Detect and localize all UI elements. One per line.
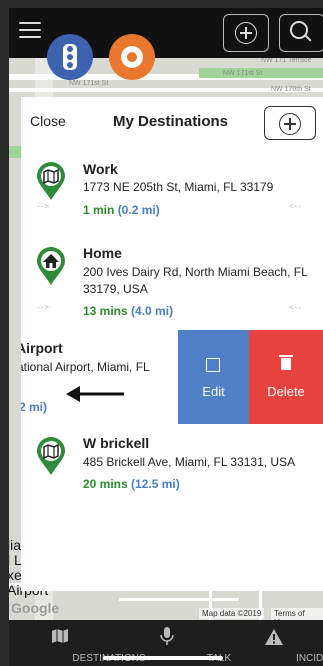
street-label: NW 170th St <box>271 86 311 93</box>
trash-icon <box>279 355 293 370</box>
warning-icon <box>265 629 283 645</box>
edit-button[interactable]: Edit <box>178 330 249 424</box>
google-logo: Google <box>11 600 60 616</box>
traffic-light-icon <box>63 44 77 70</box>
destination-name: Airport <box>21 340 63 356</box>
edit-label: Edit <box>202 384 225 399</box>
map-pin-icon <box>37 437 65 475</box>
plus-circle-icon <box>235 22 257 44</box>
home-pin-icon <box>37 247 65 285</box>
home-indicator[interactable] <box>103 656 223 660</box>
search-button[interactable] <box>279 14 323 52</box>
destination-name: Work <box>83 161 118 177</box>
destination-name: W brickell <box>83 435 150 451</box>
destination-address: 200 Ives Dairy Rd, North Miami Beach, FL… <box>83 265 308 296</box>
microphone-icon <box>160 627 174 645</box>
destinations-modal: Close My Destinations Work 1773 NE 205th… <box>21 97 323 591</box>
delete-button[interactable]: Delete <box>249 330 323 424</box>
swipe-hint-right: <-- <box>289 202 302 211</box>
traffic-button[interactable] <box>47 34 93 80</box>
modal-header: Close My Destinations <box>21 97 323 150</box>
destination-eta: 1 min (0.2 mi) <box>83 203 160 217</box>
destination-address: ational Airport, Miami, FL <box>21 360 150 374</box>
swipe-left-arrow-icon <box>66 386 124 402</box>
swiped-content: Airport ational Airport, Miami, FL 2 mi) <box>21 330 181 424</box>
destination-item-home[interactable]: Home 200 Ives Dairy Rd, North Miami Beac… <box>21 234 323 331</box>
tab-destinations[interactable]: DESTINATIONS <box>9 620 146 666</box>
street-label: NW 171 Terrace <box>261 57 312 64</box>
street-label: NW 171st St <box>69 80 109 87</box>
swipe-hint-left: --> <box>37 303 50 312</box>
swipe-hint-right: <-- <box>289 303 302 312</box>
edit-icon <box>206 358 220 372</box>
destination-name: Home <box>83 245 122 261</box>
destination-eta: 13 mins (4.0 mi) <box>83 304 174 318</box>
camera-button[interactable] <box>109 34 155 80</box>
menu-icon[interactable] <box>19 22 41 38</box>
search-icon <box>290 21 308 39</box>
map-attribution: Map data ©2019 <box>199 608 265 619</box>
add-button[interactable] <box>223 14 269 52</box>
delete-label: Delete <box>267 384 305 399</box>
destination-address: 485 Brickell Ave, Miami, FL 33131, USA <box>83 455 296 469</box>
swipe-hint-left: --> <box>37 202 50 211</box>
map-pin-icon <box>37 162 65 200</box>
add-destination-button[interactable] <box>264 106 316 140</box>
destination-item-w-brickell[interactable]: W brickell 485 Brickell Ave, Miami, FL 3… <box>21 424 323 508</box>
tab-label: INCIDENTS <box>296 653 323 664</box>
destination-eta: 20 mins (12.5 mi) <box>83 477 180 491</box>
destination-item-airport[interactable]: Airport ational Airport, Miami, FL 2 mi)… <box>21 330 323 425</box>
destination-address: 1773 NE 205th St, Miami, FL 33179 <box>83 180 274 194</box>
street-label: NW 171st St <box>223 70 263 77</box>
tab-incidents[interactable]: INCIDENTS <box>224 620 323 666</box>
plus-circle-icon <box>279 113 301 135</box>
close-button[interactable]: Close <box>30 113 66 129</box>
destination-eta: 2 mi) <box>21 400 48 414</box>
camera-icon <box>121 46 143 68</box>
app-frame: NW 171 Terrace NW 171st St NW 171st St N… <box>9 8 323 666</box>
destination-item-work[interactable]: Work 1773 NE 205th St, Miami, FL 33179 1… <box>21 149 323 235</box>
modal-title: My Destinations <box>113 113 229 130</box>
map-icon <box>52 629 68 643</box>
